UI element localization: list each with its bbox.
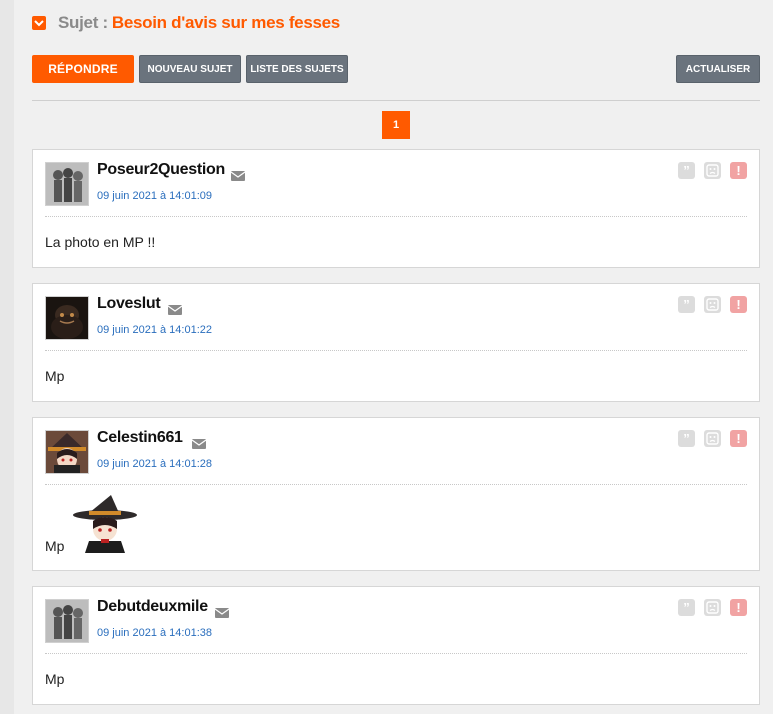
report-icon[interactable]: ! (730, 162, 747, 179)
envelope-icon[interactable] (191, 436, 207, 449)
quote-icon[interactable]: ” (678, 296, 695, 313)
sad-smiley-icon[interactable] (704, 430, 721, 447)
post-actions: ” ! (678, 599, 747, 616)
avatar[interactable] (45, 162, 89, 206)
sad-smiley-icon[interactable] (704, 296, 721, 313)
post-author[interactable]: Debutdeuxmile (97, 598, 208, 616)
post-content: La photo en MP !! (45, 234, 156, 250)
left-margin-strip (0, 0, 14, 714)
report-icon[interactable]: ! (730, 296, 747, 313)
post: Debutdeuxmile 09 juin 2021 à 14:01:38 ” … (32, 586, 760, 705)
post-date[interactable]: 09 juin 2021 à 14:01:22 (97, 324, 212, 336)
post-actions: ” ! (678, 430, 747, 447)
post-separator (45, 653, 747, 654)
post-actions: ” ! (678, 162, 747, 179)
anime-witch-sticker (71, 495, 139, 553)
avatar[interactable] (45, 599, 89, 643)
report-icon[interactable]: ! (730, 599, 747, 616)
envelope-icon[interactable] (230, 168, 246, 181)
post-date[interactable]: 09 juin 2021 à 14:01:28 (97, 458, 212, 470)
post: Celestin661 09 juin 2021 à 14:01:28 ” ! … (32, 417, 760, 571)
post-author[interactable]: Poseur2Question (97, 161, 225, 179)
post-date[interactable]: 09 juin 2021 à 14:01:38 (97, 627, 212, 639)
avatar[interactable] (45, 296, 89, 340)
refresh-button[interactable]: ACTUALISER (676, 55, 760, 83)
post-author[interactable]: Loveslut (97, 295, 161, 313)
post: Loveslut 09 juin 2021 à 14:01:22 ” ! Mp (32, 283, 760, 402)
quote-icon[interactable]: ” (678, 599, 695, 616)
quote-icon[interactable]: ” (678, 162, 695, 179)
post-content: Mp (45, 671, 65, 687)
envelope-icon[interactable] (214, 605, 230, 618)
post-content: Mp (45, 368, 65, 384)
envelope-icon[interactable] (167, 302, 183, 315)
reply-button[interactable]: RÉPONDRE (32, 55, 134, 83)
topic-prefix: Sujet : (58, 13, 108, 32)
topic-title: Besoin d'avis sur mes fesses (111, 13, 340, 32)
post-separator (45, 484, 747, 485)
chevron-down-icon[interactable] (32, 16, 46, 30)
avatar[interactable] (45, 430, 89, 474)
post-content: Mp (45, 538, 65, 554)
sad-smiley-icon[interactable] (704, 599, 721, 616)
post-separator (45, 350, 747, 351)
post-actions: ” ! (678, 296, 747, 313)
toolbar-divider (32, 100, 760, 101)
report-icon[interactable]: ! (730, 430, 747, 447)
topic-header: Sujet : Besoin d'avis sur mes fesses (32, 11, 340, 35)
post-date[interactable]: 09 juin 2021 à 14:01:09 (97, 190, 212, 202)
post: Poseur2Question 09 juin 2021 à 14:01:09 … (32, 149, 760, 268)
post-author[interactable]: Celestin661 (97, 429, 183, 447)
page-1-button[interactable]: 1 (382, 111, 410, 139)
sad-smiley-icon[interactable] (704, 162, 721, 179)
post-separator (45, 216, 747, 217)
new-topic-button[interactable]: NOUVEAU SUJET (139, 55, 241, 83)
quote-icon[interactable]: ” (678, 430, 695, 447)
topic-list-button[interactable]: LISTE DES SUJETS (246, 55, 348, 83)
